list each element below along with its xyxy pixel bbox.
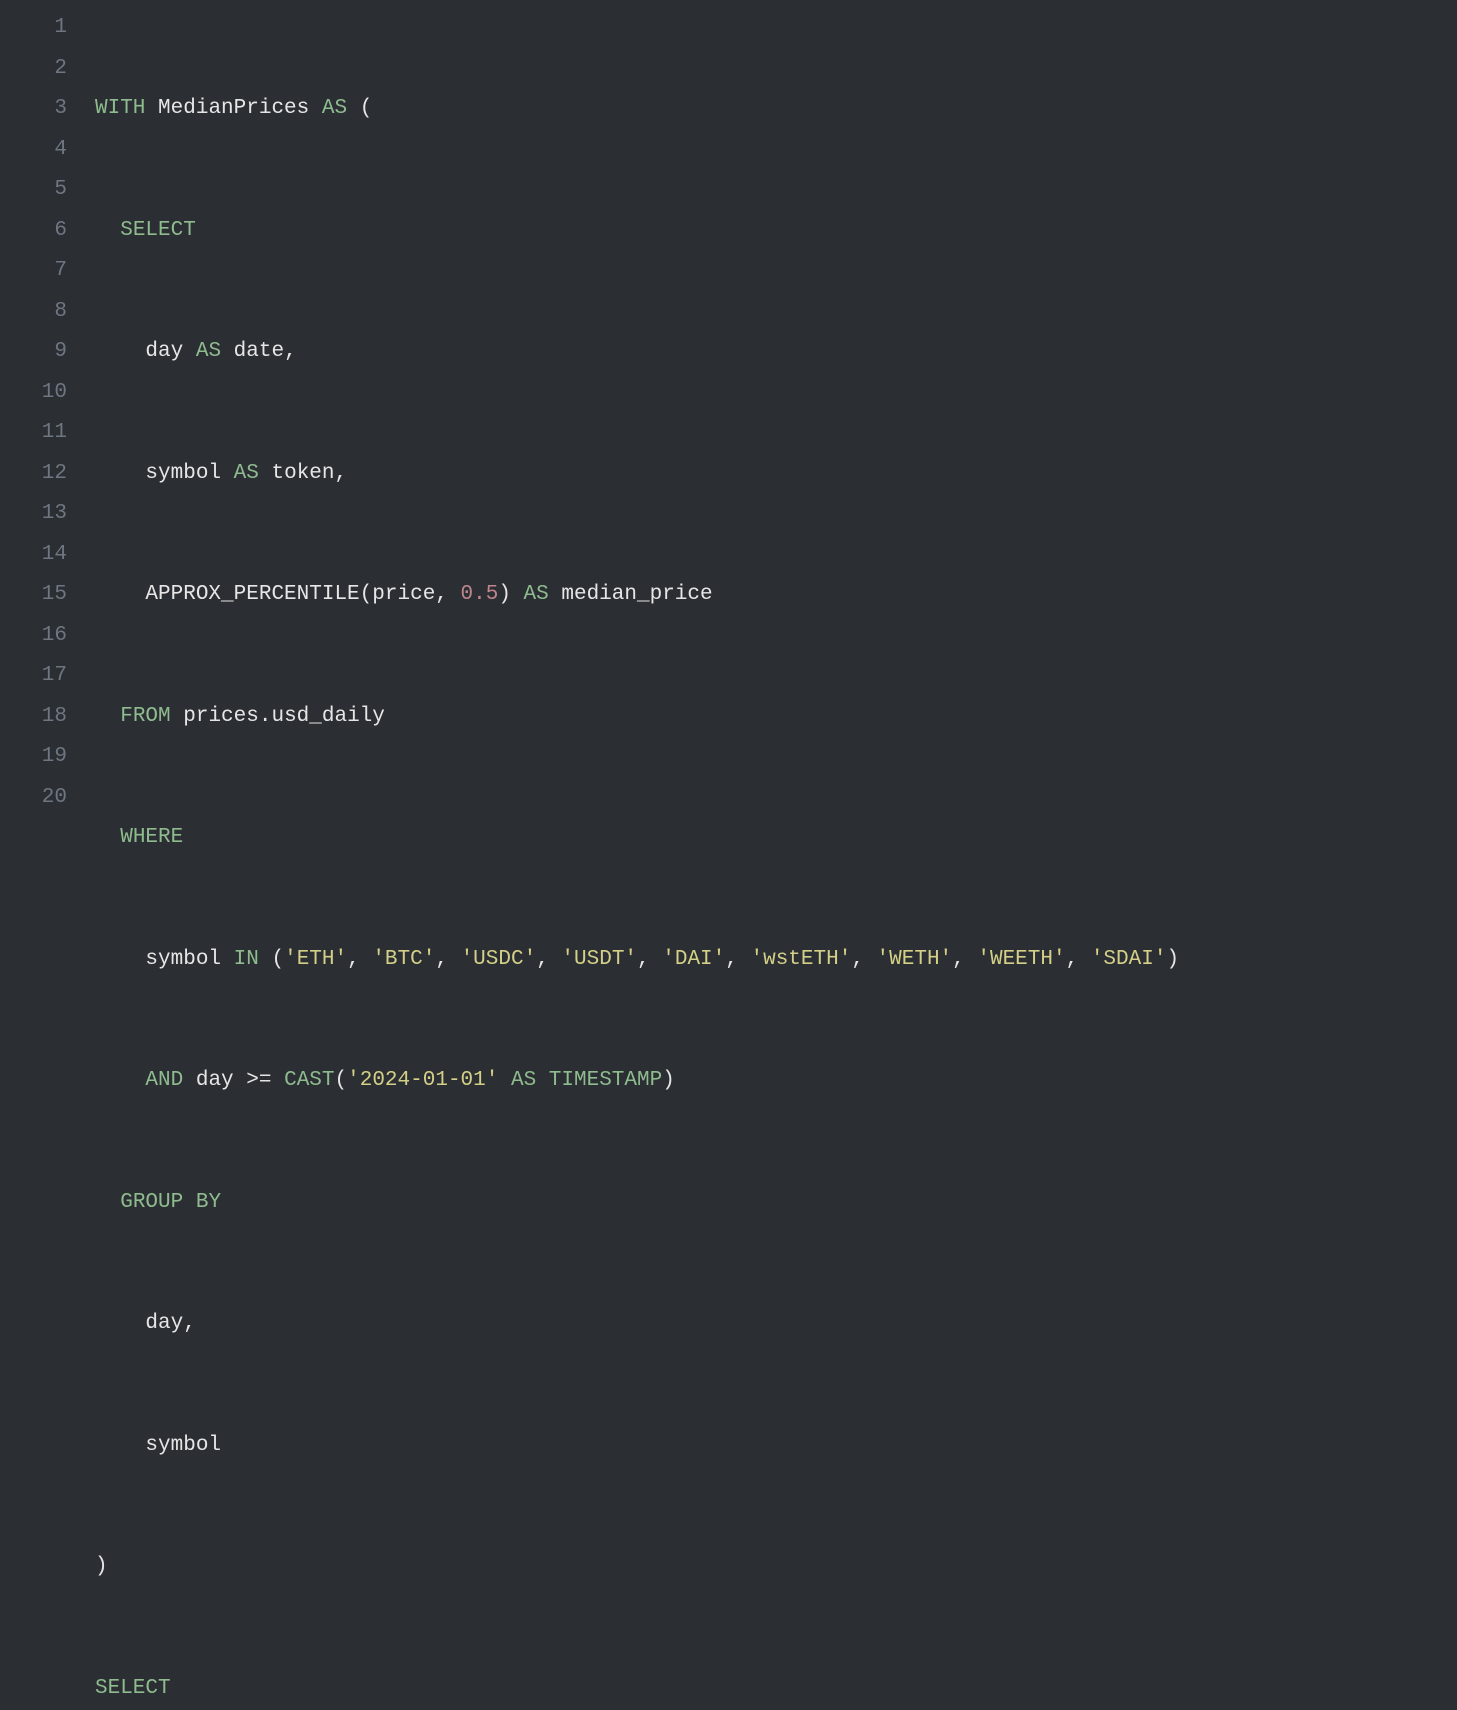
keyword-timestamp: TIMESTAMP [549, 1069, 662, 1092]
string-literal: 'wstETH' [750, 948, 851, 971]
line-number: 4 [0, 130, 67, 171]
comma: , [335, 462, 348, 485]
keyword-as: AS [524, 583, 549, 606]
identifier: median_price [561, 583, 712, 606]
comma: , [725, 948, 738, 971]
string-literal: 'WEETH' [977, 948, 1065, 971]
line-number: 5 [0, 170, 67, 211]
code-content[interactable]: WITH MedianPrices AS ( SELECT day AS dat… [95, 8, 1457, 855]
keyword-as: AS [322, 97, 347, 120]
identifier: day [145, 1312, 183, 1335]
code-line[interactable]: FROM prices.usd_daily [95, 697, 1457, 738]
code-line[interactable]: symbol [95, 1426, 1457, 1467]
line-number: 8 [0, 292, 67, 333]
identifier: date [234, 340, 284, 363]
line-number: 13 [0, 494, 67, 535]
keyword-as: AS [234, 462, 259, 485]
comma: , [435, 583, 448, 606]
string-literal: 'DAI' [662, 948, 725, 971]
code-line[interactable]: WITH MedianPrices AS ( [95, 89, 1457, 130]
identifier: MedianPrices [158, 97, 309, 120]
line-number: 7 [0, 251, 67, 292]
code-line[interactable]: WHERE [95, 818, 1457, 859]
code-line[interactable]: APPROX_PERCENTILE(price, 0.5) AS median_… [95, 575, 1457, 616]
keyword-from: FROM [120, 705, 170, 728]
line-number: 2 [0, 49, 67, 90]
keyword-and: AND [145, 1069, 183, 1092]
keyword-select: SELECT [120, 219, 196, 242]
line-number: 19 [0, 737, 67, 778]
code-line[interactable]: symbol AS token, [95, 454, 1457, 495]
line-number: 12 [0, 454, 67, 495]
comma: , [536, 948, 549, 971]
identifier: token [271, 462, 334, 485]
string-literal: 'SDAI' [1091, 948, 1167, 971]
number-literal: 0.5 [461, 583, 499, 606]
string-literal: 'BTC' [372, 948, 435, 971]
string-literal: 'USDC' [461, 948, 537, 971]
line-gutter: 1 2 3 4 5 6 7 8 9 10 11 12 13 14 15 16 1… [0, 8, 95, 855]
line-number: 20 [0, 778, 67, 819]
paren-close: ) [1166, 948, 1179, 971]
paren-open: ( [271, 948, 284, 971]
string-literal: 'WETH' [877, 948, 953, 971]
identifier: day [145, 340, 183, 363]
comma: , [183, 1312, 196, 1335]
table-name: prices.usd_daily [183, 705, 385, 728]
identifier: symbol [145, 948, 221, 971]
code-editor[interactable]: 1 2 3 4 5 6 7 8 9 10 11 12 13 14 15 16 1… [0, 0, 1457, 855]
code-line[interactable]: day AS date, [95, 332, 1457, 373]
line-number: 3 [0, 89, 67, 130]
line-number: 16 [0, 616, 67, 657]
code-line[interactable]: SELECT [95, 1669, 1457, 1710]
code-line[interactable]: GROUP BY [95, 1183, 1457, 1224]
keyword-in: IN [234, 948, 259, 971]
paren-open: ( [335, 1069, 348, 1092]
comma: , [1066, 948, 1079, 971]
keyword-by: BY [196, 1191, 221, 1214]
identifier: symbol [145, 1434, 221, 1457]
keyword-as: AS [511, 1069, 536, 1092]
identifier: day [196, 1069, 234, 1092]
keyword-with: WITH [95, 97, 145, 120]
string-literal: '2024-01-01' [347, 1069, 498, 1092]
code-line[interactable]: symbol IN ('ETH', 'BTC', 'USDC', 'USDT',… [95, 940, 1457, 981]
line-number: 11 [0, 413, 67, 454]
keyword-where: WHERE [120, 826, 183, 849]
keyword-cast: CAST [284, 1069, 334, 1092]
paren-open: ( [360, 97, 373, 120]
line-number: 15 [0, 575, 67, 616]
comma: , [952, 948, 965, 971]
function-call: APPROX_PERCENTILE [145, 583, 359, 606]
string-literal: 'ETH' [284, 948, 347, 971]
keyword-as: AS [196, 340, 221, 363]
code-line[interactable]: day, [95, 1304, 1457, 1345]
comma: , [284, 340, 297, 363]
line-number: 9 [0, 332, 67, 373]
line-number: 6 [0, 211, 67, 252]
keyword-group: GROUP [120, 1191, 183, 1214]
paren-open: ( [360, 583, 373, 606]
line-number: 18 [0, 697, 67, 738]
paren-close: ) [498, 583, 511, 606]
comma: , [851, 948, 864, 971]
line-number: 10 [0, 373, 67, 414]
comma: , [637, 948, 650, 971]
code-line[interactable]: AND day >= CAST('2024-01-01' AS TIMESTAM… [95, 1061, 1457, 1102]
string-literal: 'USDT' [561, 948, 637, 971]
identifier: symbol [145, 462, 221, 485]
paren-close: ) [662, 1069, 675, 1092]
line-number: 1 [0, 8, 67, 49]
comma: , [347, 948, 360, 971]
code-line[interactable]: SELECT [95, 211, 1457, 252]
paren-close: ) [95, 1555, 108, 1578]
line-number: 14 [0, 535, 67, 576]
operator-gte: >= [246, 1069, 271, 1092]
comma: , [435, 948, 448, 971]
line-number: 17 [0, 656, 67, 697]
identifier: price [372, 583, 435, 606]
code-line[interactable]: ) [95, 1547, 1457, 1588]
keyword-select: SELECT [95, 1677, 171, 1700]
